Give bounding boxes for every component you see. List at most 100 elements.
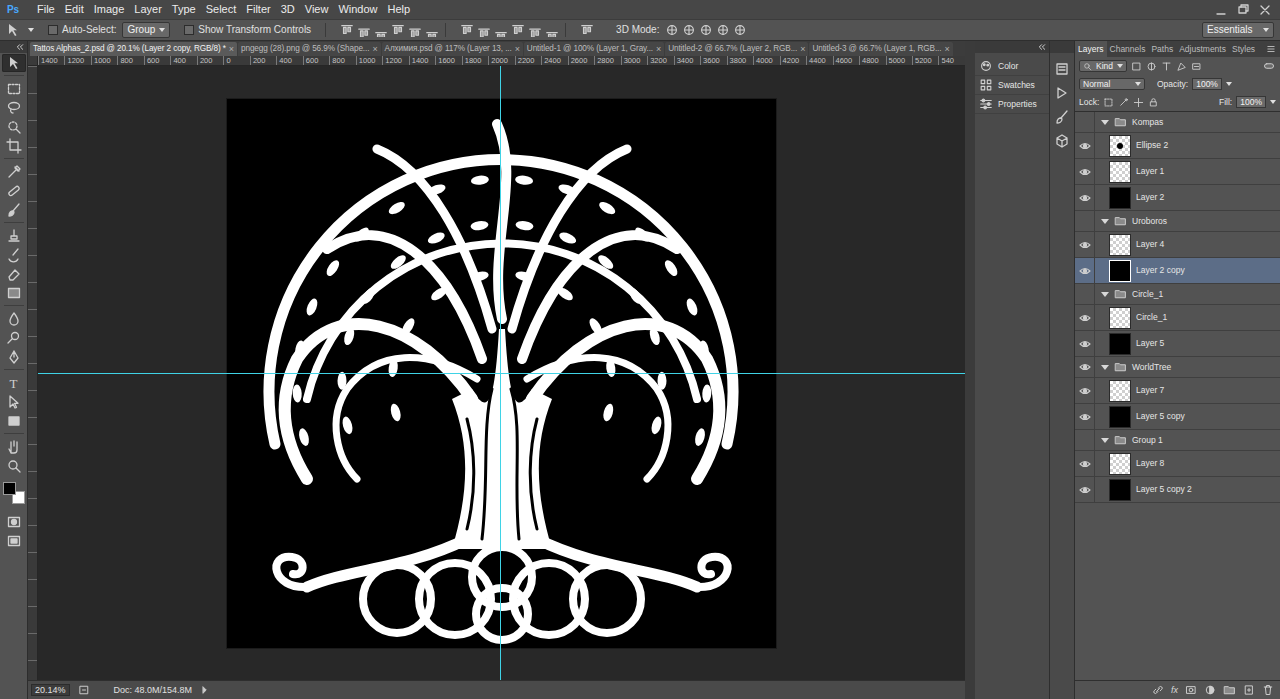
layer-name[interactable]: Layer 5 copy [1136,411,1185,421]
screen-mode-icon[interactable] [6,533,22,549]
screen-mode-button[interactable] [2,532,26,550]
visibility-toggle[interactable] [1075,258,1095,283]
dock-panel-label[interactable]: Color [998,61,1018,71]
color-icon[interactable] [979,59,993,73]
visibility-toggle[interactable] [1075,357,1095,377]
visibility-toggle[interactable] [1075,404,1095,429]
align-icon[interactable] [374,23,388,37]
document-tab[interactable]: Алхимия.psd @ 117% (Layer 13, ...× [382,42,523,56]
align-icon[interactable] [460,23,474,37]
align-icon[interactable] [580,23,594,37]
tool-button[interactable] [2,227,26,245]
visibility-toggle[interactable] [1075,185,1095,210]
lasso-tool-icon[interactable] [6,100,22,116]
restore-icon[interactable] [1236,3,1250,17]
visibility-toggle[interactable] [1075,211,1095,231]
tab-close-button[interactable]: × [372,44,377,55]
collapse-icon[interactable] [15,43,25,51]
panel-tab[interactable]: Adjustments [1176,41,1229,57]
history-panel-icon[interactable] [1054,61,1070,77]
visibility-toggle[interactable] [1075,159,1095,184]
layer-name[interactable]: WorldTree [1132,362,1171,372]
filter-kind-dropdown[interactable]: Kind [1079,60,1127,72]
tab-label[interactable]: Tattos Alphas_2.psd @ 20.1% (Layer 2 cop… [33,44,226,54]
eraser-tool-icon[interactable] [6,266,22,282]
3d-tool-icon[interactable] [665,23,679,37]
lock-option-icon[interactable] [1103,97,1114,108]
align-icon[interactable] [425,23,439,37]
layer-name[interactable]: Layer 7 [1136,385,1164,395]
layer-row[interactable]: Circle_1 [1075,305,1280,331]
auto-select-checkbox[interactable] [48,25,58,35]
tool-button[interactable] [2,310,26,328]
layer-row[interactable]: Layer 5 copy 2 [1075,477,1280,503]
layer-name[interactable]: Kompas [1132,117,1163,127]
eye-icon[interactable] [1079,141,1091,151]
tab-close-button[interactable]: × [656,44,661,55]
swatches-icon[interactable] [979,78,993,92]
document-tab[interactable]: Untitled-1 @ 100% (Layer 1, Gray...× [524,42,664,56]
layer-style-button[interactable]: fx [1171,685,1178,696]
visibility-toggle[interactable] [1075,305,1095,330]
layer-row[interactable]: Layer 2 copy [1075,258,1280,284]
expand-toggle[interactable] [1101,365,1109,370]
tab-label[interactable]: Untitled-1 @ 100% (Layer 1, Gray... [527,44,653,54]
tab-close-button[interactable]: × [515,44,520,55]
document-tab[interactable]: Untitled-3 @ 66.7% (Layer 1, RGB...× [809,42,952,56]
eye-icon[interactable] [1079,485,1091,495]
menu-item[interactable]: Filter [241,3,275,16]
layer-group-row[interactable]: Uroboros [1075,211,1280,232]
align-icon[interactable] [477,23,491,37]
tool-button[interactable] [2,99,26,117]
layer-name[interactable]: Layer 8 [1136,458,1164,468]
layer-name[interactable]: Circle_1 [1132,289,1163,299]
3d-tool-icon[interactable] [716,23,730,37]
3d-tool-icon[interactable] [699,23,713,37]
tool-button[interactable] [2,265,26,283]
layer-filter-icon[interactable] [1191,61,1202,72]
dropdown-arrow-icon[interactable] [1270,100,1276,104]
brush-tool-icon[interactable] [6,202,22,218]
align-icon[interactable] [408,23,422,37]
layer-filter-icon[interactable] [1146,61,1157,72]
layer-row[interactable]: Layer 4 [1075,232,1280,258]
tool-button[interactable] [2,284,26,302]
tool-button[interactable]: T [2,374,26,392]
horizontal-guide[interactable] [38,373,965,374]
adjustment-layer-icon[interactable] [1204,684,1216,696]
eye-icon[interactable] [1079,339,1091,349]
pen-tool-icon[interactable] [6,349,22,365]
minimize-icon[interactable] [1214,3,1228,17]
menu-item[interactable]: Type [167,3,201,16]
menu-item[interactable]: Window [333,3,382,16]
dock-panel-button[interactable]: Properties [975,95,1049,114]
eye-icon[interactable] [1079,193,1091,203]
delete-layer-icon[interactable] [1262,684,1274,696]
layer-filter-icon[interactable] [1161,61,1172,72]
tool-button[interactable] [2,438,26,456]
history-tool-icon[interactable] [6,247,22,263]
layer-row[interactable]: Ellipse 2 [1075,133,1280,159]
menu-item[interactable]: Edit [60,3,89,16]
layer-name[interactable]: Layer 4 [1136,239,1164,249]
eye-icon[interactable] [1079,266,1091,276]
eye-icon[interactable] [1079,240,1091,250]
export-icon[interactable] [78,684,90,696]
gradient-tool-icon[interactable] [6,285,22,301]
marquee-tool-icon[interactable] [6,81,22,97]
layer-row[interactable]: Layer 1 [1075,159,1280,185]
filter-toggle-icon[interactable] [1262,60,1276,72]
layer-name[interactable]: Layer 1 [1136,166,1164,176]
show-transform-checkbox[interactable] [184,25,194,35]
opacity-field[interactable]: 100% [1192,78,1222,90]
tool-button[interactable] [2,457,26,475]
visibility-toggle[interactable] [1075,331,1095,356]
eye-icon[interactable] [1079,362,1091,372]
visibility-toggle[interactable] [1075,232,1095,257]
align-icon[interactable] [511,23,525,37]
layer-row[interactable]: Layer 2 [1075,185,1280,211]
visibility-toggle[interactable] [1075,378,1095,403]
layer-row[interactable]: Layer 7 [1075,378,1280,404]
tool-button[interactable] [2,329,26,347]
visibility-toggle[interactable] [1075,284,1095,304]
